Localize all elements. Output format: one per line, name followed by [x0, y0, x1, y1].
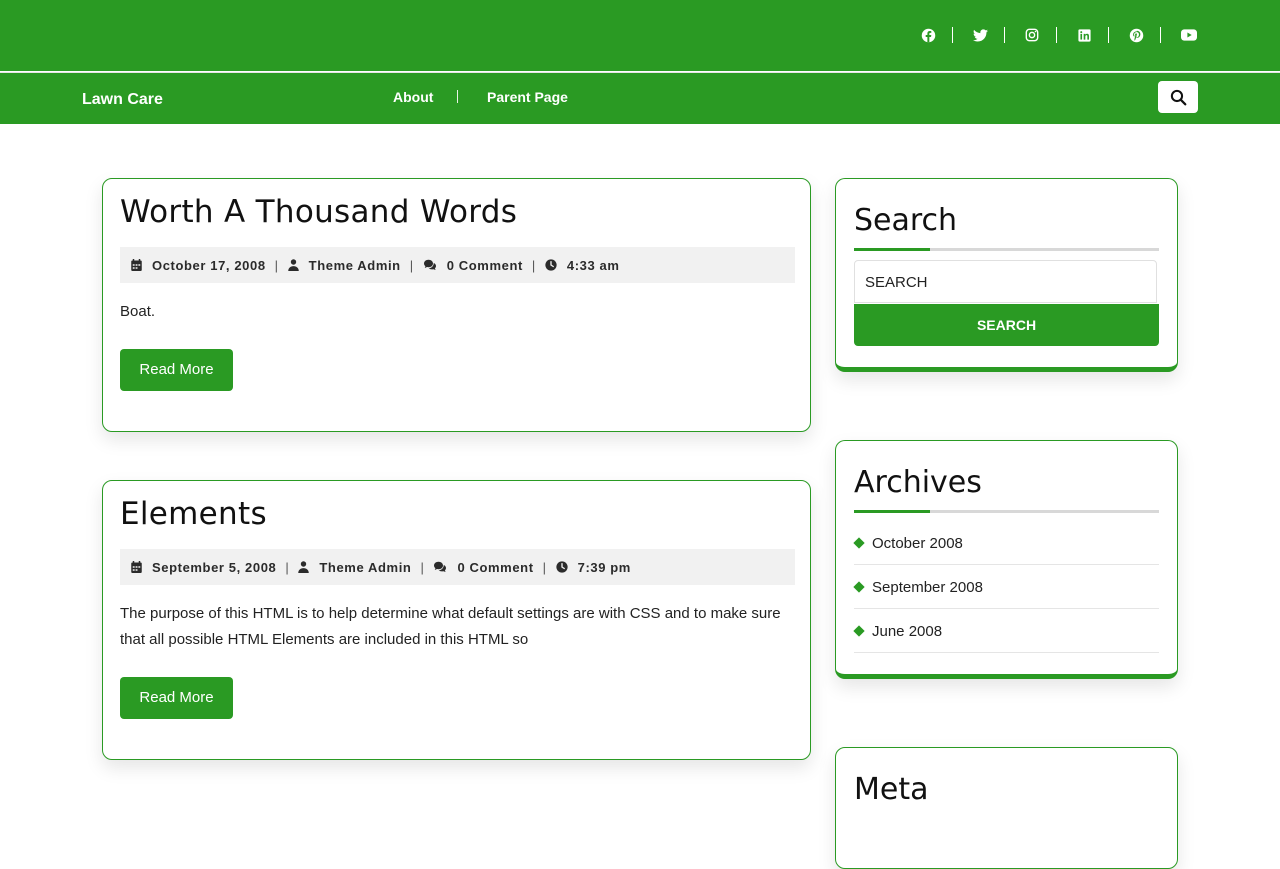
post-date[interactable]: October 17, 2008	[152, 258, 266, 273]
search-widget: Search SEARCH SEARCH	[835, 178, 1178, 372]
archives-widget: Archives October 2008 September 2008 Jun…	[835, 440, 1178, 679]
menu-divider	[457, 90, 458, 103]
clock-icon	[556, 561, 568, 573]
site-title[interactable]: Lawn Care	[82, 90, 163, 110]
clock-icon	[545, 259, 557, 271]
search-icon	[1170, 89, 1186, 105]
social-divider	[952, 27, 953, 43]
post-comments[interactable]: 0 Comment	[457, 560, 533, 575]
post-card: Worth A Thousand Words October 17, 2008 …	[102, 178, 811, 432]
social-divider	[1004, 27, 1005, 43]
post-author[interactable]: Theme Admin	[309, 258, 401, 273]
instagram-icon[interactable]	[1022, 25, 1042, 45]
calendar-icon	[131, 259, 142, 271]
youtube-icon[interactable]	[1179, 25, 1199, 45]
read-more-button[interactable]: Read More	[120, 349, 233, 391]
user-icon	[287, 259, 299, 271]
widget-title: Meta	[854, 772, 929, 807]
post-time: 4:33 am	[566, 257, 620, 273]
excerpt-line: that all possible HTML Elements are incl…	[120, 631, 529, 648]
social-divider	[1108, 27, 1109, 43]
top-bar	[0, 0, 1280, 71]
post-excerpt: The purpose of this HTML is to help dete…	[120, 601, 781, 653]
facebook-icon[interactable]	[918, 25, 938, 45]
post-title[interactable]: Worth A Thousand Words	[120, 194, 517, 230]
meta-widget: Meta	[835, 747, 1178, 869]
search-input[interactable]: SEARCH	[854, 260, 1157, 303]
calendar-icon	[131, 561, 142, 573]
user-icon	[298, 561, 310, 573]
archive-item[interactable]: June 2008	[853, 610, 1159, 653]
pinterest-icon[interactable]	[1126, 25, 1146, 45]
comments-icon	[434, 561, 447, 573]
main-navbar	[0, 72, 1280, 124]
post-card: Elements September 5, 2008 | Theme Admin…	[102, 480, 811, 760]
social-divider	[1160, 27, 1161, 43]
widget-underline	[854, 510, 1159, 513]
social-divider	[1056, 27, 1057, 43]
widget-title: Search	[854, 203, 958, 238]
post-comments[interactable]: 0 Comment	[447, 258, 523, 273]
read-more-button[interactable]: Read More	[120, 677, 233, 719]
post-meta: October 17, 2008 | Theme Admin | 0 Comme…	[120, 247, 795, 283]
header-search-button[interactable]	[1158, 81, 1198, 113]
linkedin-icon[interactable]	[1074, 25, 1094, 45]
archive-item[interactable]: September 2008	[853, 566, 1159, 609]
twitter-icon[interactable]	[970, 25, 990, 45]
comments-icon	[423, 259, 436, 271]
excerpt-line: The purpose of this HTML is to help dete…	[120, 605, 781, 622]
post-author[interactable]: Theme Admin	[319, 560, 411, 575]
post-title[interactable]: Elements	[120, 496, 267, 532]
post-meta: September 5, 2008 | Theme Admin | 0 Comm…	[120, 549, 795, 585]
menu-item-parent-page[interactable]: Parent Page	[487, 88, 568, 106]
post-time: 7:39 pm	[577, 559, 631, 575]
search-submit-button[interactable]: SEARCH	[854, 304, 1159, 346]
archive-item[interactable]: October 2008	[853, 522, 1159, 565]
post-date[interactable]: September 5, 2008	[152, 560, 276, 575]
post-excerpt: Boat.	[120, 303, 156, 320]
menu-item-about[interactable]: About	[393, 88, 433, 106]
widget-title: Archives	[854, 465, 982, 500]
widget-underline	[854, 248, 1159, 251]
